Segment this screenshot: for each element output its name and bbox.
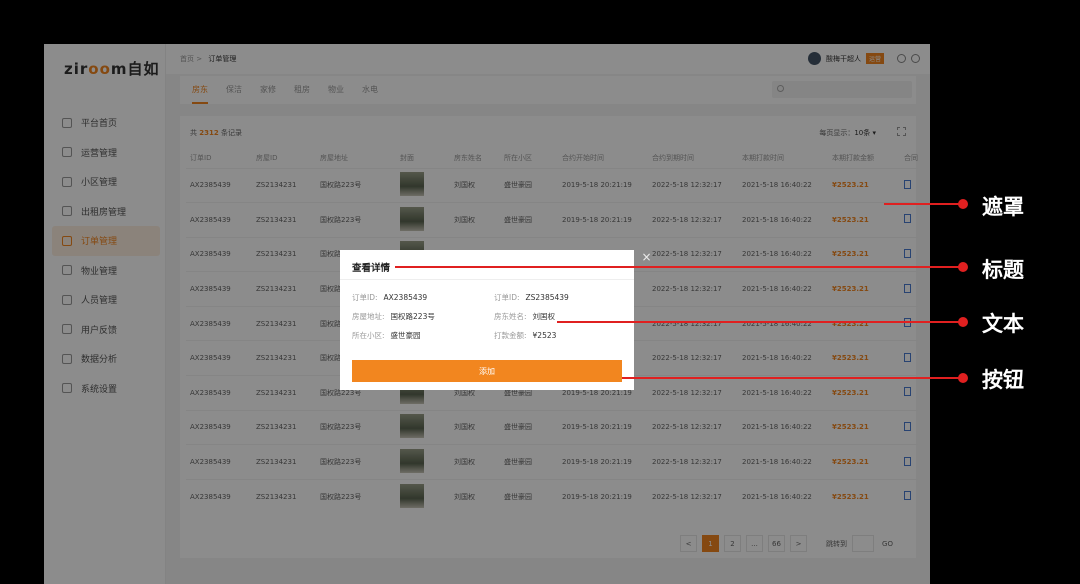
annotation-line-button [622,377,962,379]
field-value: AX2385439 [383,293,428,302]
field-label: 房东姓名: [494,312,527,321]
field-value: 国权路223号 [390,312,435,321]
field-label: 订单ID: [494,293,520,302]
detail-field: 房东姓名: 刘国权 [494,311,555,322]
detail-field: 打款金额: ¥2523 [494,330,556,341]
detail-field: 所在小区: 盛世豪园 [352,330,421,341]
annotation-line-mask [884,203,962,205]
detail-field: 订单ID: AX2385439 [352,292,427,303]
field-label: 所在小区: [352,331,385,340]
field-label: 订单ID: [352,293,378,302]
stage: ziroom自如 平台首页 运营管理 小区管理 出租房管理 订单管理 物业管理 人员管理 用户… [0,0,1080,584]
annotation-label-text: 文本 [982,312,1024,336]
field-value: ¥2523 [532,331,557,340]
annotation-label-mask: 遮罩 [982,195,1024,219]
annotation-label-title: 标题 [982,258,1024,282]
modal-title: 查看详情 [352,263,391,274]
annotation-dot-mask [958,199,968,209]
field-value: ZS2385439 [525,293,569,302]
annotation-line-text [557,321,962,323]
detail-field: 房屋地址: 国权路223号 [352,311,435,322]
detail-modal: 查看详情 订单ID: AX2385439 订单ID: ZS2385439 房屋地址: 国权… [340,250,634,390]
field-label: 房屋地址: [352,312,385,321]
annotation-dot-button [958,373,968,383]
annotation-label-button: 按钮 [982,368,1024,392]
add-button[interactable]: 添加 [352,360,622,382]
field-value: 盛世豪园 [390,331,421,340]
annotation-line-title [395,266,962,268]
detail-field: 订单ID: ZS2385439 [494,292,569,303]
divider [340,279,634,280]
annotation-dot-text [958,317,968,327]
annotation-dot-title [958,262,968,272]
close-icon[interactable]: × [641,251,652,263]
field-label: 打款金额: [494,331,527,340]
field-value: 刘国权 [532,312,556,321]
